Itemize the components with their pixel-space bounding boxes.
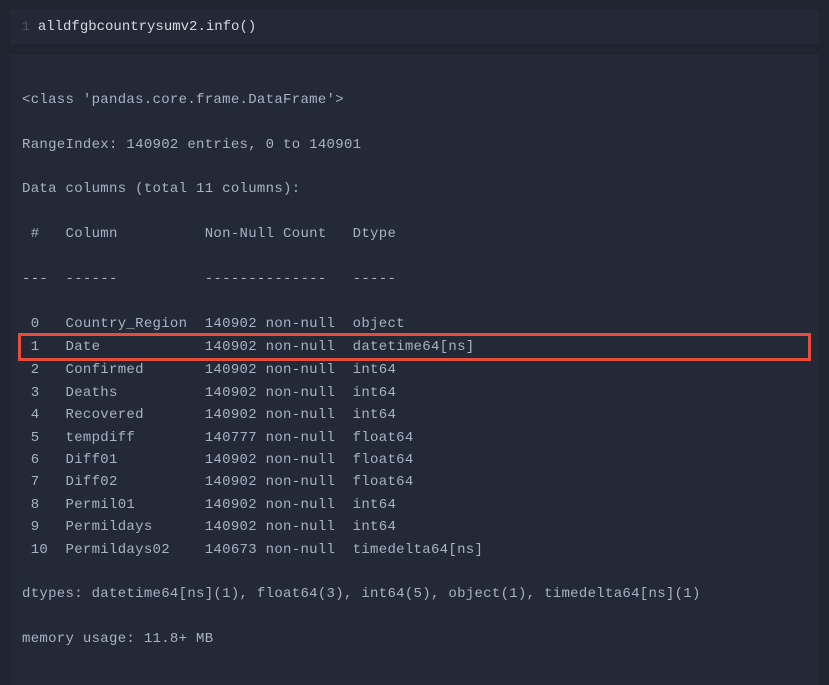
parentheses: () <box>239 19 256 35</box>
table-row: 3 Deaths 140902 non-null int64 <box>22 382 807 404</box>
table-row: 0 Country_Region 140902 non-null object <box>22 313 807 335</box>
code-expression: alldfgbcountrysumv2.info() <box>38 16 256 38</box>
method-name: .info <box>197 19 239 35</box>
output-cell: <class 'pandas.core.frame.DataFrame'> Ra… <box>10 54 819 685</box>
column-header: # Column Non-Null Count Dtype <box>22 223 807 245</box>
range-index: RangeIndex: 140902 entries, 0 to 140901 <box>22 134 807 156</box>
table-row: 7 Diff02 140902 non-null float64 <box>22 471 807 493</box>
line-number: 1 <box>22 17 30 38</box>
dtypes-summary: dtypes: datetime64[ns](1), float64(3), i… <box>22 583 807 605</box>
data-columns-header: Data columns (total 11 columns): <box>22 178 807 200</box>
code-input-cell[interactable]: 1 alldfgbcountrysumv2.info() <box>10 10 819 44</box>
table-row: 4 Recovered 140902 non-null int64 <box>22 404 807 426</box>
table-row: 8 Permil01 140902 non-null int64 <box>22 494 807 516</box>
table-row: 9 Permildays 140902 non-null int64 <box>22 516 807 538</box>
data-rows-container: 0 Country_Region 140902 non-null object … <box>22 313 807 561</box>
table-row: 1 Date 140902 non-null datetime64[ns] <box>22 336 807 358</box>
table-row: 2 Confirmed 140902 non-null int64 <box>22 359 807 381</box>
class-info: <class 'pandas.core.frame.DataFrame'> <box>22 89 807 111</box>
variable-name: alldfgbcountrysumv2 <box>38 19 198 35</box>
table-row: 6 Diff01 140902 non-null float64 <box>22 449 807 471</box>
divider-line: --- ------ -------------- ----- <box>22 268 807 290</box>
highlighted-row: 1 Date 140902 non-null datetime64[ns] <box>18 333 811 361</box>
table-row: 5 tempdiff 140777 non-null float64 <box>22 427 807 449</box>
memory-usage: memory usage: 11.8+ MB <box>22 628 807 650</box>
table-row: 10 Permildays02 140673 non-null timedelt… <box>22 539 807 561</box>
